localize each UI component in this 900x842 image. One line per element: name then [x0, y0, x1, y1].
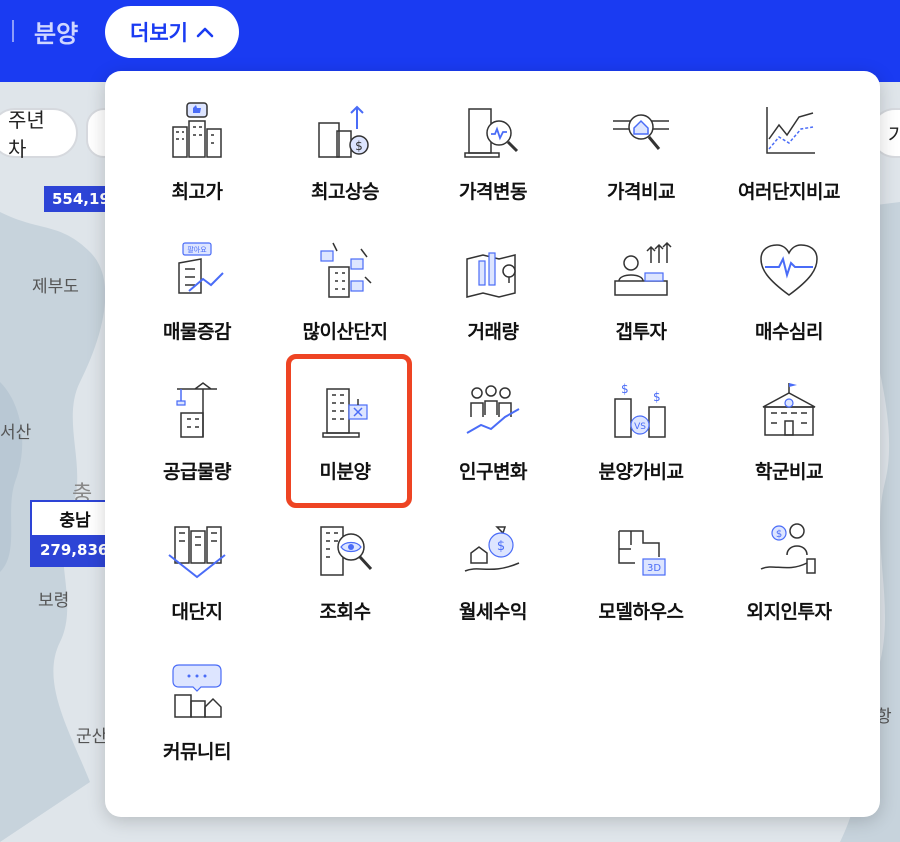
map-label-seosan: 서산 [0, 423, 32, 443]
svg-text:$: $ [653, 390, 661, 404]
menu-item-label: 매수심리 [755, 321, 823, 343]
menu-item-label: 인구변화 [459, 461, 527, 483]
chat-buildings-icon [172, 664, 222, 718]
map-label-gunsan: 군산 [76, 727, 108, 747]
menu-item-label: 모델하우스 [598, 601, 684, 623]
listing-increase-icon: 팔아요 [178, 242, 224, 294]
menu-item-label: 매물증감 [163, 321, 231, 343]
thumbs-up-buildings-icon [172, 102, 222, 158]
menu-item-label: 대단지 [171, 601, 223, 623]
menu-item-gap-invest[interactable]: 갭투자 [566, 221, 716, 351]
buildings-dollar-up-icon: $ [318, 105, 369, 158]
svg-text:$: $ [355, 139, 363, 153]
menu-item-large-complex[interactable]: 대단지 [122, 501, 272, 631]
svg-text:$: $ [776, 529, 782, 540]
svg-text:$: $ [497, 539, 505, 554]
crane-building-icon [176, 382, 217, 438]
building-x-sign-icon [322, 388, 368, 438]
menu-item-population[interactable]: 인구변화 [418, 361, 568, 491]
menu-item-label: 가격비교 [607, 181, 675, 203]
menu-item-label: 공급물량 [163, 461, 231, 483]
map-label-jebudo: 제부도 [32, 277, 79, 297]
menu-item-rent-income[interactable]: $ 월세수익 [418, 501, 568, 631]
nav-tab-bunyang[interactable]: 분양 [34, 14, 78, 49]
large-complex-icon [168, 526, 226, 579]
menu-item-price-compare[interactable]: 가격비교 [566, 81, 716, 211]
menu-item-label: 최고가 [171, 181, 223, 203]
menu-item-multi-compare[interactable]: 여러단지비교 [714, 81, 864, 211]
menu-item-label: 조회수 [319, 601, 371, 623]
hands-buildings-icon [320, 242, 372, 298]
map-label-boryeong: 보령 [38, 591, 70, 611]
building-eye-icon [320, 526, 373, 576]
menu-item-label: 최고상승 [311, 181, 379, 203]
nav-divider [12, 20, 14, 42]
map-bars-icon [466, 252, 516, 298]
menu-item-presale-compare[interactable]: $ $ VS 분양가비교 [566, 361, 716, 491]
menu-item-label: 가격변동 [459, 181, 527, 203]
people-trend-icon [466, 385, 520, 434]
menu-item-listing-change[interactable]: 팔아요 매물증감 [122, 221, 272, 351]
building-magnifier-icon [464, 108, 519, 158]
menu-item-outsider-invest[interactable]: $ 외지인투자 [714, 501, 864, 631]
heart-pulse-icon [760, 244, 818, 296]
menu-item-label: 월세수익 [459, 601, 527, 623]
investor-desk-icon [614, 241, 672, 296]
person-money-hand-icon: $ [760, 523, 816, 574]
svg-text:$: $ [621, 382, 629, 396]
hand-money-bag-icon: $ [464, 526, 520, 572]
menu-item-label: 미분양 [319, 461, 371, 483]
more-button[interactable]: 더보기 [105, 6, 239, 58]
menu-item-top-rise[interactable]: $ 최고상승 [270, 81, 420, 211]
menu-item-top-price[interactable]: 최고가 [122, 81, 272, 211]
school-icon [762, 383, 816, 436]
menu-item-label: 여러단지비교 [738, 181, 840, 203]
chevron-up-icon [196, 27, 214, 38]
menu-item-label: 많이산단지 [302, 321, 388, 343]
svg-text:3D: 3D [647, 563, 661, 574]
floorplan-3d-icon: 3D [618, 530, 666, 576]
menu-item-label: 거래량 [467, 321, 519, 343]
filter-chip-year[interactable]: 주년차 [0, 108, 78, 161]
house-magnifier-icon [613, 114, 669, 150]
menu-item-label: 커뮤니티 [163, 741, 231, 763]
more-button-label: 더보기 [130, 21, 188, 45]
menu-item-label: 갭투자 [615, 321, 667, 343]
more-menu-panel: 최고가 $ 최고상승 가격변동 가격비교 여러단지비교 팔아요 매물증감 많이산… [105, 71, 880, 817]
menu-item-label: 외지인투자 [746, 601, 832, 623]
menu-item-school-compare[interactable]: 학군비교 [714, 361, 864, 491]
menu-item-buyer-sentiment[interactable]: 매수심리 [714, 221, 864, 351]
menu-item-unsold[interactable]: 미분양 [270, 361, 420, 491]
buildings-vs-icon: $ $ VS [614, 382, 666, 438]
menu-item-views[interactable]: 조회수 [270, 501, 420, 631]
menu-item-label: 분양가비교 [598, 461, 684, 483]
menu-item-model-house[interactable]: 3D 모델하우스 [566, 501, 716, 631]
line-chart-icon [766, 107, 815, 154]
menu-item-volume[interactable]: 거래량 [418, 221, 568, 351]
menu-item-supply[interactable]: 공급물량 [122, 361, 272, 491]
menu-item-community[interactable]: 커뮤니티 [122, 641, 272, 771]
svg-text:VS: VS [634, 422, 646, 432]
menu-item-price-change[interactable]: 가격변동 [418, 81, 568, 211]
top-nav-bar: 분양 더보기 [0, 0, 900, 82]
svg-text:팔아요: 팔아요 [187, 245, 207, 254]
menu-item-label: 학군비교 [755, 461, 823, 483]
menu-item-most-bought[interactable]: 많이산단지 [270, 221, 420, 351]
